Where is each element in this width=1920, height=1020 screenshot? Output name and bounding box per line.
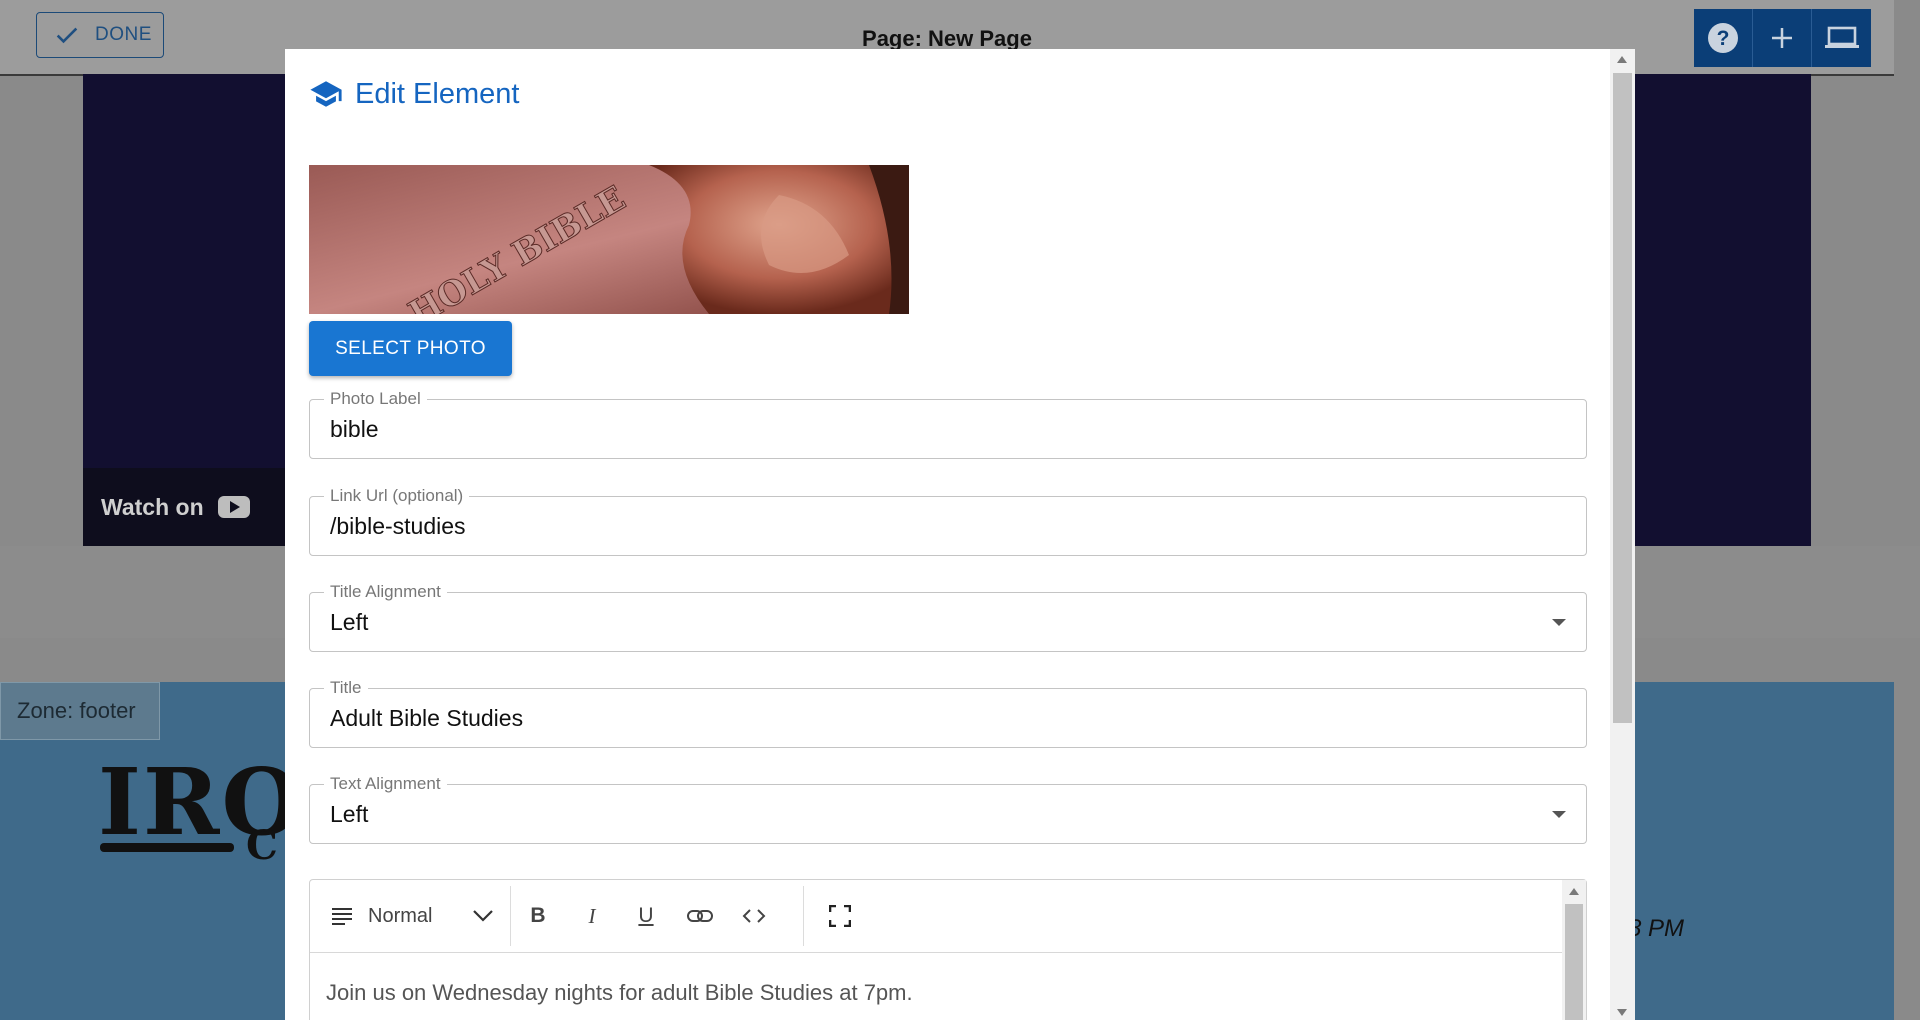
- fullscreen-icon: [829, 905, 851, 927]
- scroll-up-arrow[interactable]: [1569, 888, 1579, 895]
- link-url-field[interactable]: Link Url (optional) /bible-studies: [309, 486, 1587, 556]
- fullscreen-button[interactable]: [804, 905, 876, 927]
- title-alignment-value: Left: [330, 609, 369, 635]
- graduation-cap-icon: [310, 81, 342, 107]
- code-icon: [742, 909, 766, 923]
- editor-content[interactable]: Join us on Wednesday nights for adult Bi…: [326, 980, 913, 1006]
- title-alignment-label: Title Alignment: [324, 582, 447, 602]
- dialog-scroll-thumb[interactable]: [1613, 73, 1632, 723]
- add-button[interactable]: [1753, 9, 1812, 67]
- title-alignment-select[interactable]: Title Alignment Left: [309, 582, 1587, 652]
- youtube-watch-bar[interactable]: Watch on: [83, 468, 293, 546]
- link-url-value: /bible-studies: [330, 513, 466, 539]
- dialog-title: Edit Element: [309, 77, 519, 111]
- footer-time-text: 8 PM: [1628, 915, 1685, 942]
- title-label: Title: [324, 678, 368, 698]
- text-alignment-value: Left: [330, 801, 369, 827]
- block-format-select[interactable]: Normal: [310, 905, 510, 928]
- photo-label-label: Photo Label: [324, 389, 427, 409]
- dropdown-arrow-icon: [1552, 619, 1566, 626]
- scroll-down-arrow[interactable]: [1617, 1009, 1627, 1016]
- laptop-icon: [1824, 26, 1859, 48]
- edit-element-dialog: Edit Element HOLY BIBLE SELECT PHOTO Pho…: [285, 49, 1635, 1020]
- footer-logo-sub: C: [246, 822, 278, 869]
- watch-on-text: Watch on: [101, 493, 204, 520]
- code-button[interactable]: [727, 908, 781, 924]
- svg-text:?: ?: [1717, 27, 1730, 50]
- title-field[interactable]: Title Adult Bible Studies: [309, 678, 1587, 748]
- add-icon: [1772, 28, 1792, 48]
- editor-scroll-thumb[interactable]: [1565, 904, 1583, 1020]
- text-alignment-select[interactable]: Text Alignment Left: [309, 774, 1587, 844]
- selected-photo: HOLY BIBLE: [309, 165, 909, 314]
- underline-icon: U: [638, 904, 654, 927]
- select-photo-button[interactable]: SELECT PHOTO: [309, 321, 512, 376]
- bold-icon: B: [530, 904, 546, 927]
- help-icon: ?: [1708, 23, 1738, 53]
- device-preview-button[interactable]: [1812, 9, 1871, 67]
- youtube-icon: [217, 496, 250, 518]
- dialog-title-text: Edit Element: [355, 77, 520, 110]
- header-actions: ?: [1694, 9, 1871, 67]
- link-button[interactable]: [673, 909, 727, 923]
- dialog-scrollbar[interactable]: [1610, 49, 1635, 1020]
- italic-icon: I: [588, 903, 596, 928]
- paragraph-icon: [332, 908, 352, 925]
- photo-label-field[interactable]: Photo Label bible: [309, 389, 1587, 459]
- rich-text-editor: Normal B I U Join us on Wednesday nights…: [309, 879, 1587, 1020]
- dropdown-arrow-icon: [1552, 811, 1566, 818]
- text-alignment-label: Text Alignment: [324, 774, 447, 794]
- block-format-value: Normal: [368, 904, 433, 927]
- underline-button[interactable]: U: [619, 904, 673, 928]
- chevron-down-icon: [473, 910, 493, 922]
- photo-label-value: bible: [330, 416, 379, 442]
- zone-label: Zone: footer: [0, 682, 160, 740]
- help-button[interactable]: ?: [1694, 9, 1753, 67]
- italic-button[interactable]: I: [565, 904, 619, 929]
- editor-scrollbar[interactable]: [1562, 880, 1586, 1020]
- link-url-label: Link Url (optional): [324, 486, 470, 506]
- title-value: Adult Bible Studies: [330, 705, 524, 731]
- scroll-up-arrow[interactable]: [1617, 56, 1627, 63]
- bold-button[interactable]: B: [511, 904, 565, 928]
- editor-toolbar: Normal B I U: [310, 880, 1562, 953]
- bible-photo: HOLY BIBLE: [309, 165, 909, 314]
- footer-logo-underline: [100, 843, 234, 852]
- link-icon: [687, 910, 713, 922]
